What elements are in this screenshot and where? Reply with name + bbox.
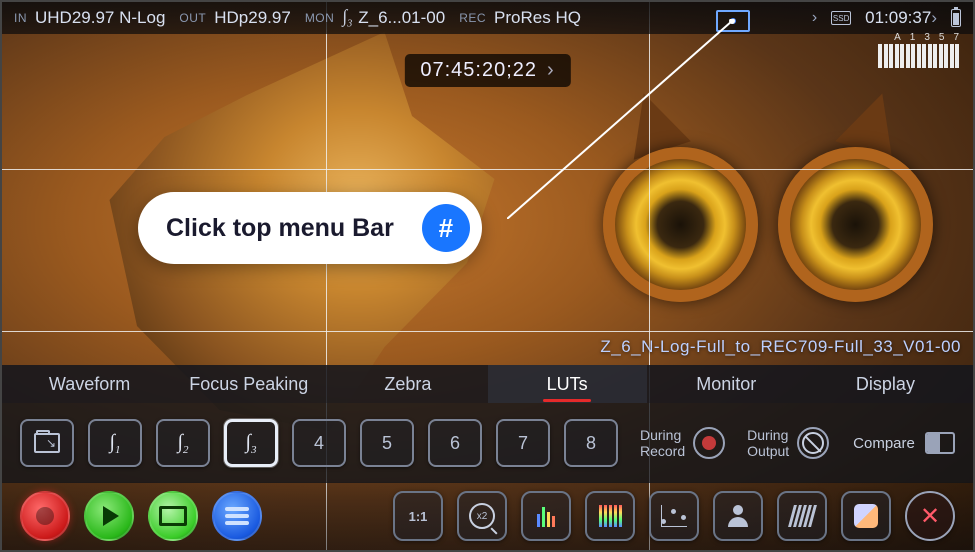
folder-icon: ↘ bbox=[34, 433, 60, 453]
tab-monitor[interactable]: Monitor bbox=[647, 365, 806, 403]
monitor-lut-name[interactable]: MON ∫3 Z_6...01-00 bbox=[305, 6, 445, 30]
lut-slot-8[interactable]: 8 bbox=[564, 419, 618, 467]
zebra-icon bbox=[791, 505, 814, 527]
close-button[interactable]: ✕ bbox=[905, 491, 955, 541]
play-button[interactable] bbox=[84, 491, 134, 541]
edit-button[interactable] bbox=[212, 491, 262, 541]
during-output-label: During Output bbox=[747, 427, 789, 459]
tab-zebra[interactable]: Zebra bbox=[328, 365, 487, 403]
split-compare-icon bbox=[925, 432, 955, 454]
tab-luts[interactable]: LUTs bbox=[488, 365, 647, 403]
zebra-tool-button[interactable] bbox=[777, 491, 827, 541]
lut-slot-5[interactable]: 5 bbox=[360, 419, 414, 467]
lut-icon bbox=[854, 504, 878, 528]
focus-assist-button[interactable] bbox=[713, 491, 763, 541]
during-output-toggle[interactable] bbox=[797, 427, 829, 459]
monitor-button[interactable] bbox=[148, 491, 198, 541]
lut-slot-6[interactable]: 6 bbox=[428, 419, 482, 467]
instruction-tooltip: Click top menu Bar # bbox=[138, 192, 482, 264]
tooltip-badge: # bbox=[422, 204, 470, 252]
chevron-right-icon: › bbox=[812, 9, 817, 27]
tooltip-text: Click top menu Bar bbox=[166, 214, 394, 243]
remaining-time[interactable]: 01:09:37› bbox=[865, 8, 937, 28]
during-record-label: During Record bbox=[640, 427, 685, 459]
lut-slot-4[interactable]: 4 bbox=[292, 419, 346, 467]
focus-indicator bbox=[716, 10, 750, 32]
during-record-toggle[interactable] bbox=[693, 427, 725, 459]
lut-folder-button[interactable]: ↘ bbox=[20, 419, 74, 467]
record-button[interactable] bbox=[20, 491, 70, 541]
close-icon: ✕ bbox=[920, 502, 940, 531]
zoom-2x-button[interactable]: x2 bbox=[457, 491, 507, 541]
audio-meters[interactable]: A 1 3 5 7 bbox=[878, 32, 959, 68]
chevron-right-icon: › bbox=[547, 59, 555, 82]
record-codec[interactable]: REC ProRes HQ bbox=[459, 8, 581, 28]
tab-waveform[interactable]: Waveform bbox=[10, 365, 169, 403]
lut-tool-button[interactable] bbox=[841, 491, 891, 541]
active-lut-filename: Z_6_N-Log-Full_to_REC709-Full_33_V01-00 bbox=[600, 337, 961, 357]
lut-slot-3[interactable]: ∫3 bbox=[224, 419, 278, 467]
bottom-toolbar: 1:1 x2 ✕ bbox=[2, 482, 973, 550]
camera-monitor-screen: IN UHD29.97 N-Log OUT HDp29.97 MON ∫3 Z_… bbox=[0, 0, 975, 552]
ssd-icon[interactable]: SSD bbox=[831, 11, 851, 25]
output-format[interactable]: OUT HDp29.97 bbox=[179, 8, 290, 28]
tab-focus-peaking[interactable]: Focus Peaking bbox=[169, 365, 328, 403]
timecode-display[interactable]: 07:45:20;22 › bbox=[404, 54, 570, 87]
top-menu-bar[interactable]: IN UHD29.97 N-Log OUT HDp29.97 MON ∫3 Z_… bbox=[2, 2, 973, 34]
battery-icon[interactable] bbox=[951, 9, 961, 27]
compare-button[interactable]: Compare bbox=[853, 432, 955, 454]
lut-slot-7[interactable]: 7 bbox=[496, 419, 550, 467]
lut-panel: ↘ ∫1 ∫2 ∫3 4 5 6 7 8 During Record Durin… bbox=[2, 403, 973, 483]
person-icon bbox=[728, 505, 748, 527]
tools-tab-strip: Waveform Focus Peaking Zebra LUTs Monito… bbox=[2, 365, 973, 403]
rgb-parade-button[interactable] bbox=[585, 491, 635, 541]
vectorscope-button[interactable] bbox=[649, 491, 699, 541]
zoom-1to1-button[interactable]: 1:1 bbox=[393, 491, 443, 541]
input-format[interactable]: IN UHD29.97 N-Log bbox=[14, 8, 165, 28]
waveform-tool-button[interactable] bbox=[521, 491, 571, 541]
tab-display[interactable]: Display bbox=[806, 365, 965, 403]
lut-slot-2[interactable]: ∫2 bbox=[156, 419, 210, 467]
lut-slot-1[interactable]: ∫1 bbox=[88, 419, 142, 467]
